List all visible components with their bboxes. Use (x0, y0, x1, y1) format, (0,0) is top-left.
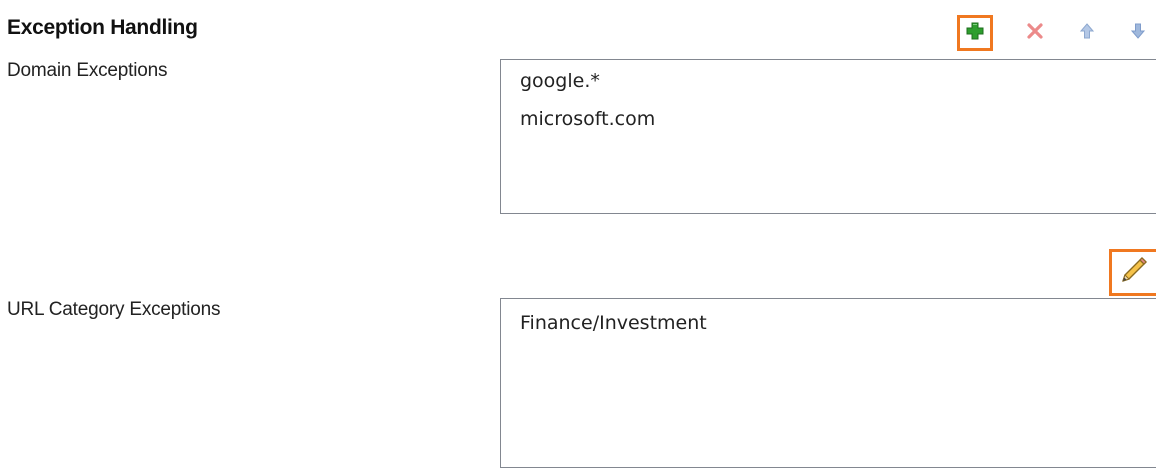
list-toolbar (957, 15, 1156, 51)
add-button[interactable] (957, 15, 993, 51)
move-down-button[interactable] (1120, 15, 1156, 51)
pencil-icon (1119, 255, 1149, 290)
list-item[interactable]: microsoft.com (501, 100, 1156, 138)
section-title: Exception Handling (7, 16, 198, 39)
delete-x-icon (1026, 22, 1044, 45)
arrow-up-icon (1079, 22, 1095, 44)
url-category-exceptions-list[interactable]: Finance/Investment (500, 298, 1156, 468)
plus-icon (966, 22, 984, 45)
domain-exceptions-label: Domain Exceptions (7, 60, 168, 81)
move-up-button[interactable] (1069, 15, 1105, 51)
list-item[interactable]: google.* (501, 62, 1156, 100)
edit-button[interactable] (1109, 249, 1156, 296)
url-category-exceptions-label: URL Category Exceptions (7, 299, 221, 320)
remove-button[interactable] (1017, 15, 1053, 51)
domain-exceptions-list[interactable]: google.* microsoft.com (500, 59, 1156, 214)
arrow-down-icon (1130, 23, 1146, 44)
list-item[interactable]: Finance/Investment (501, 304, 1156, 342)
